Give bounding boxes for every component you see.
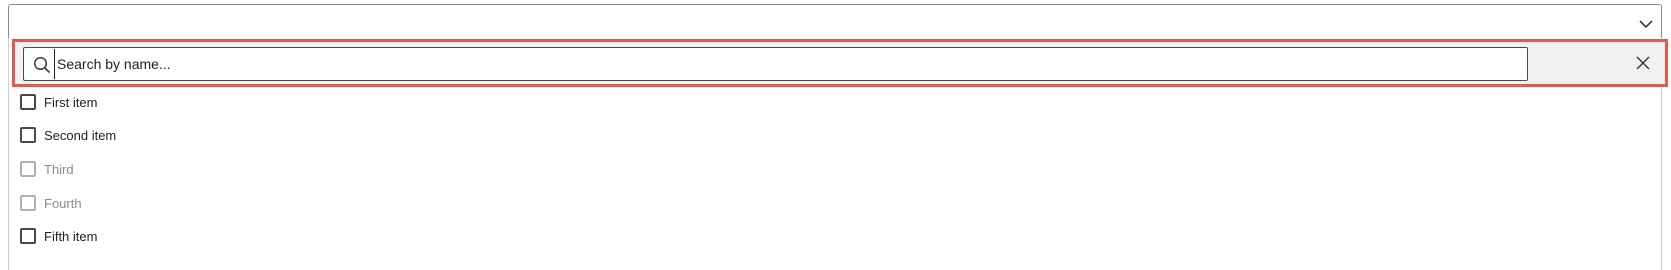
item-label: Fifth item: [44, 228, 98, 244]
item-label: Fourth: [44, 195, 82, 211]
clear-search-button[interactable]: [1629, 49, 1657, 77]
checkbox[interactable]: [20, 127, 36, 143]
list-item[interactable]: First item: [20, 90, 97, 114]
list-item[interactable]: Second item: [20, 123, 116, 147]
checkbox[interactable]: [20, 228, 36, 244]
multiselect-dropdown: First item Second item Third Fourth Fift…: [0, 0, 1671, 270]
list-item: Fourth: [20, 191, 82, 215]
chevron-down-icon[interactable]: [1637, 15, 1655, 33]
list-item: Third: [20, 157, 74, 181]
dropdown-panel: First item Second item Third Fourth Fift…: [8, 38, 1668, 270]
checkbox: [20, 195, 36, 211]
select-trigger[interactable]: [8, 4, 1662, 42]
search-input[interactable]: [54, 49, 1517, 79]
search-icon: [33, 56, 51, 74]
checkbox: [20, 161, 36, 177]
close-icon: [1636, 56, 1650, 70]
item-label: Second item: [44, 127, 117, 143]
search-header: [12, 39, 1668, 87]
item-label: First item: [44, 94, 98, 110]
item-label: Third: [44, 161, 74, 177]
list-item[interactable]: Fifth item: [20, 224, 97, 248]
checkbox[interactable]: [20, 94, 36, 110]
search-field[interactable]: [23, 47, 1528, 81]
